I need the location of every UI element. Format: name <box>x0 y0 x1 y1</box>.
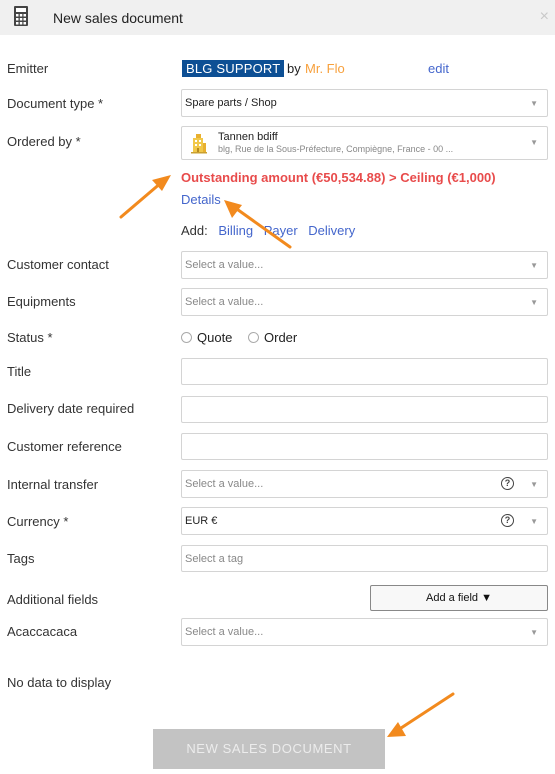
customer-reference-label: Customer reference <box>7 439 122 454</box>
currency-value: EUR € <box>185 515 218 527</box>
acaccacaca-placeholder: Select a value... <box>185 626 264 638</box>
arrow-to-alert-icon <box>119 175 171 219</box>
add-billing-link[interactable]: Billing <box>218 223 253 238</box>
chevron-down-icon: ▼ <box>530 138 538 147</box>
ordered-by-label: Ordered by * <box>7 134 81 149</box>
emitter-edit-link[interactable]: edit <box>428 61 449 76</box>
emitter-label: Emitter <box>7 61 49 76</box>
delivery-date-label: Delivery date required <box>7 401 135 416</box>
status-option-label: Quote <box>197 330 233 345</box>
status-option-order[interactable]: Order <box>248 330 297 345</box>
radio-icon[interactable] <box>181 332 192 343</box>
equipments-select[interactable]: Select a value... ▼ <box>181 288 548 316</box>
emitter-badge: BLG SUPPORT <box>182 60 285 77</box>
equipments-label: Equipments <box>7 294 76 309</box>
add-delivery-link[interactable]: Delivery <box>308 223 355 238</box>
ordered-by-company: Tannen bdiff <box>218 131 278 143</box>
emitter-by-text: by <box>287 61 301 76</box>
help-icon[interactable]: ? <box>501 514 514 527</box>
acaccacaca-select[interactable]: Select a value... ▼ <box>181 618 548 646</box>
dialog-header: New sales document × <box>0 0 555 35</box>
customer-contact-select[interactable]: Select a value... ▼ <box>181 251 548 279</box>
additional-fields-label: Additional fields <box>7 592 99 607</box>
add-links-row: Add: Billing Payer Delivery <box>181 223 362 238</box>
tags-placeholder: Select a tag <box>185 553 244 565</box>
new-sales-document-button[interactable]: NEW SALES DOCUMENT <box>153 729 385 769</box>
chevron-down-icon: ▼ <box>530 99 538 108</box>
equipments-placeholder: Select a value... <box>185 296 264 308</box>
ordered-by-select[interactable]: Tannen bdiff blg, Rue de la Sous-Préfect… <box>181 126 548 160</box>
help-icon[interactable]: ? <box>501 477 514 490</box>
close-icon[interactable]: × <box>540 8 549 26</box>
internal-transfer-label: Internal transfer <box>7 477 99 492</box>
add-label: Add: <box>181 223 208 238</box>
status-label: Status * <box>7 330 53 345</box>
ordered-by-address: blg, Rue de la Sous-Préfecture, Compiègn… <box>218 144 454 154</box>
no-data-text: No data to display <box>7 675 112 690</box>
document-type-value: Spare parts / Shop <box>185 97 277 109</box>
radio-icon[interactable] <box>248 332 259 343</box>
arrow-to-submit-icon <box>387 692 455 737</box>
status-option-label: Order <box>264 330 298 345</box>
building-icon <box>191 134 207 154</box>
chevron-down-icon: ▼ <box>530 298 538 307</box>
add-field-button[interactable]: Add a field ▼ <box>370 585 548 611</box>
document-type-select[interactable]: Spare parts / Shop ▼ <box>181 89 548 117</box>
currency-select[interactable]: EUR € ? ▼ <box>181 507 548 535</box>
chevron-down-icon: ▼ <box>530 628 538 637</box>
internal-transfer-placeholder: Select a value... <box>185 478 264 490</box>
tags-input[interactable]: Select a tag <box>181 545 548 572</box>
customer-contact-label: Customer contact <box>7 257 109 272</box>
chevron-down-icon: ▼ <box>530 480 538 489</box>
chevron-down-icon: ▼ <box>530 261 538 270</box>
calculator-icon <box>14 6 28 26</box>
tags-label: Tags <box>7 551 35 566</box>
document-type-label: Document type * <box>7 96 104 111</box>
chevron-down-icon: ▼ <box>530 517 538 526</box>
customer-reference-input[interactable] <box>181 433 548 460</box>
acaccacaca-label: Acaccacaca <box>7 624 78 639</box>
status-option-quote[interactable]: Quote <box>181 330 232 345</box>
dialog-title: New sales document <box>53 10 183 26</box>
outstanding-amount-alert: Outstanding amount (€50,534.88) > Ceilin… <box>181 170 496 185</box>
add-payer-link[interactable]: Payer <box>264 223 298 238</box>
emitter-user-name: Mr. Flo <box>305 61 345 76</box>
details-link[interactable]: Details <box>181 192 221 207</box>
customer-contact-placeholder: Select a value... <box>185 259 264 271</box>
title-label: Title <box>7 364 32 379</box>
currency-label: Currency * <box>7 514 69 529</box>
internal-transfer-select[interactable]: Select a value... ? ▼ <box>181 470 548 498</box>
title-input[interactable] <box>181 358 548 385</box>
delivery-date-input[interactable] <box>181 396 548 423</box>
